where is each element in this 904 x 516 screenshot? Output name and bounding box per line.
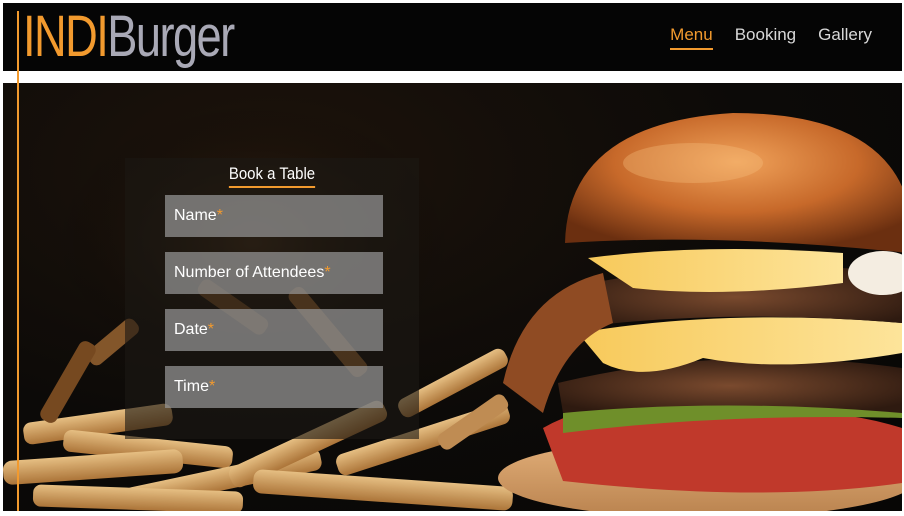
required-asterisk: * <box>324 264 331 281</box>
name-field-label: Name <box>174 207 217 224</box>
nav-link-menu[interactable]: Menu <box>670 25 713 50</box>
logo[interactable]: INDIBurger <box>23 4 235 69</box>
name-field-placeholder: Name* <box>174 207 223 225</box>
nav-link-booking[interactable]: Booking <box>735 25 796 50</box>
logo-part-burger: Burger <box>107 4 235 69</box>
accent-vertical-line <box>17 11 19 511</box>
date-field[interactable]: Date* <box>165 309 383 351</box>
required-asterisk: * <box>207 321 215 338</box>
time-field[interactable]: Time* <box>165 366 383 408</box>
navbar: INDIBurger Menu Booking Gallery <box>3 3 902 71</box>
main-nav: Menu Booking Gallery <box>670 25 872 50</box>
name-field[interactable]: Name* <box>165 195 383 237</box>
burger <box>498 113 902 511</box>
booking-form-title: Book a Table <box>125 164 419 188</box>
date-field-label: Date <box>174 321 208 338</box>
attendees-field-label: Number of Attendees <box>174 264 325 281</box>
date-field-placeholder: Date* <box>174 321 214 339</box>
nav-link-gallery[interactable]: Gallery <box>818 25 872 50</box>
logo-part-indi: INDI <box>23 4 109 69</box>
hero-section: Book a Table Name* Number of Attendees* … <box>3 83 902 511</box>
required-asterisk: * <box>216 207 223 224</box>
time-field-placeholder: Time* <box>174 378 215 396</box>
attendees-field-placeholder: Number of Attendees* <box>174 264 331 282</box>
required-asterisk: * <box>208 378 216 395</box>
time-field-label: Time <box>174 378 209 395</box>
page: INDIBurger Menu Booking Gallery Book a T… <box>3 3 902 511</box>
booking-form: Book a Table Name* Number of Attendees* … <box>125 158 419 439</box>
booking-title-text: Book a Table <box>228 164 316 188</box>
attendees-field[interactable]: Number of Attendees* <box>165 252 383 294</box>
